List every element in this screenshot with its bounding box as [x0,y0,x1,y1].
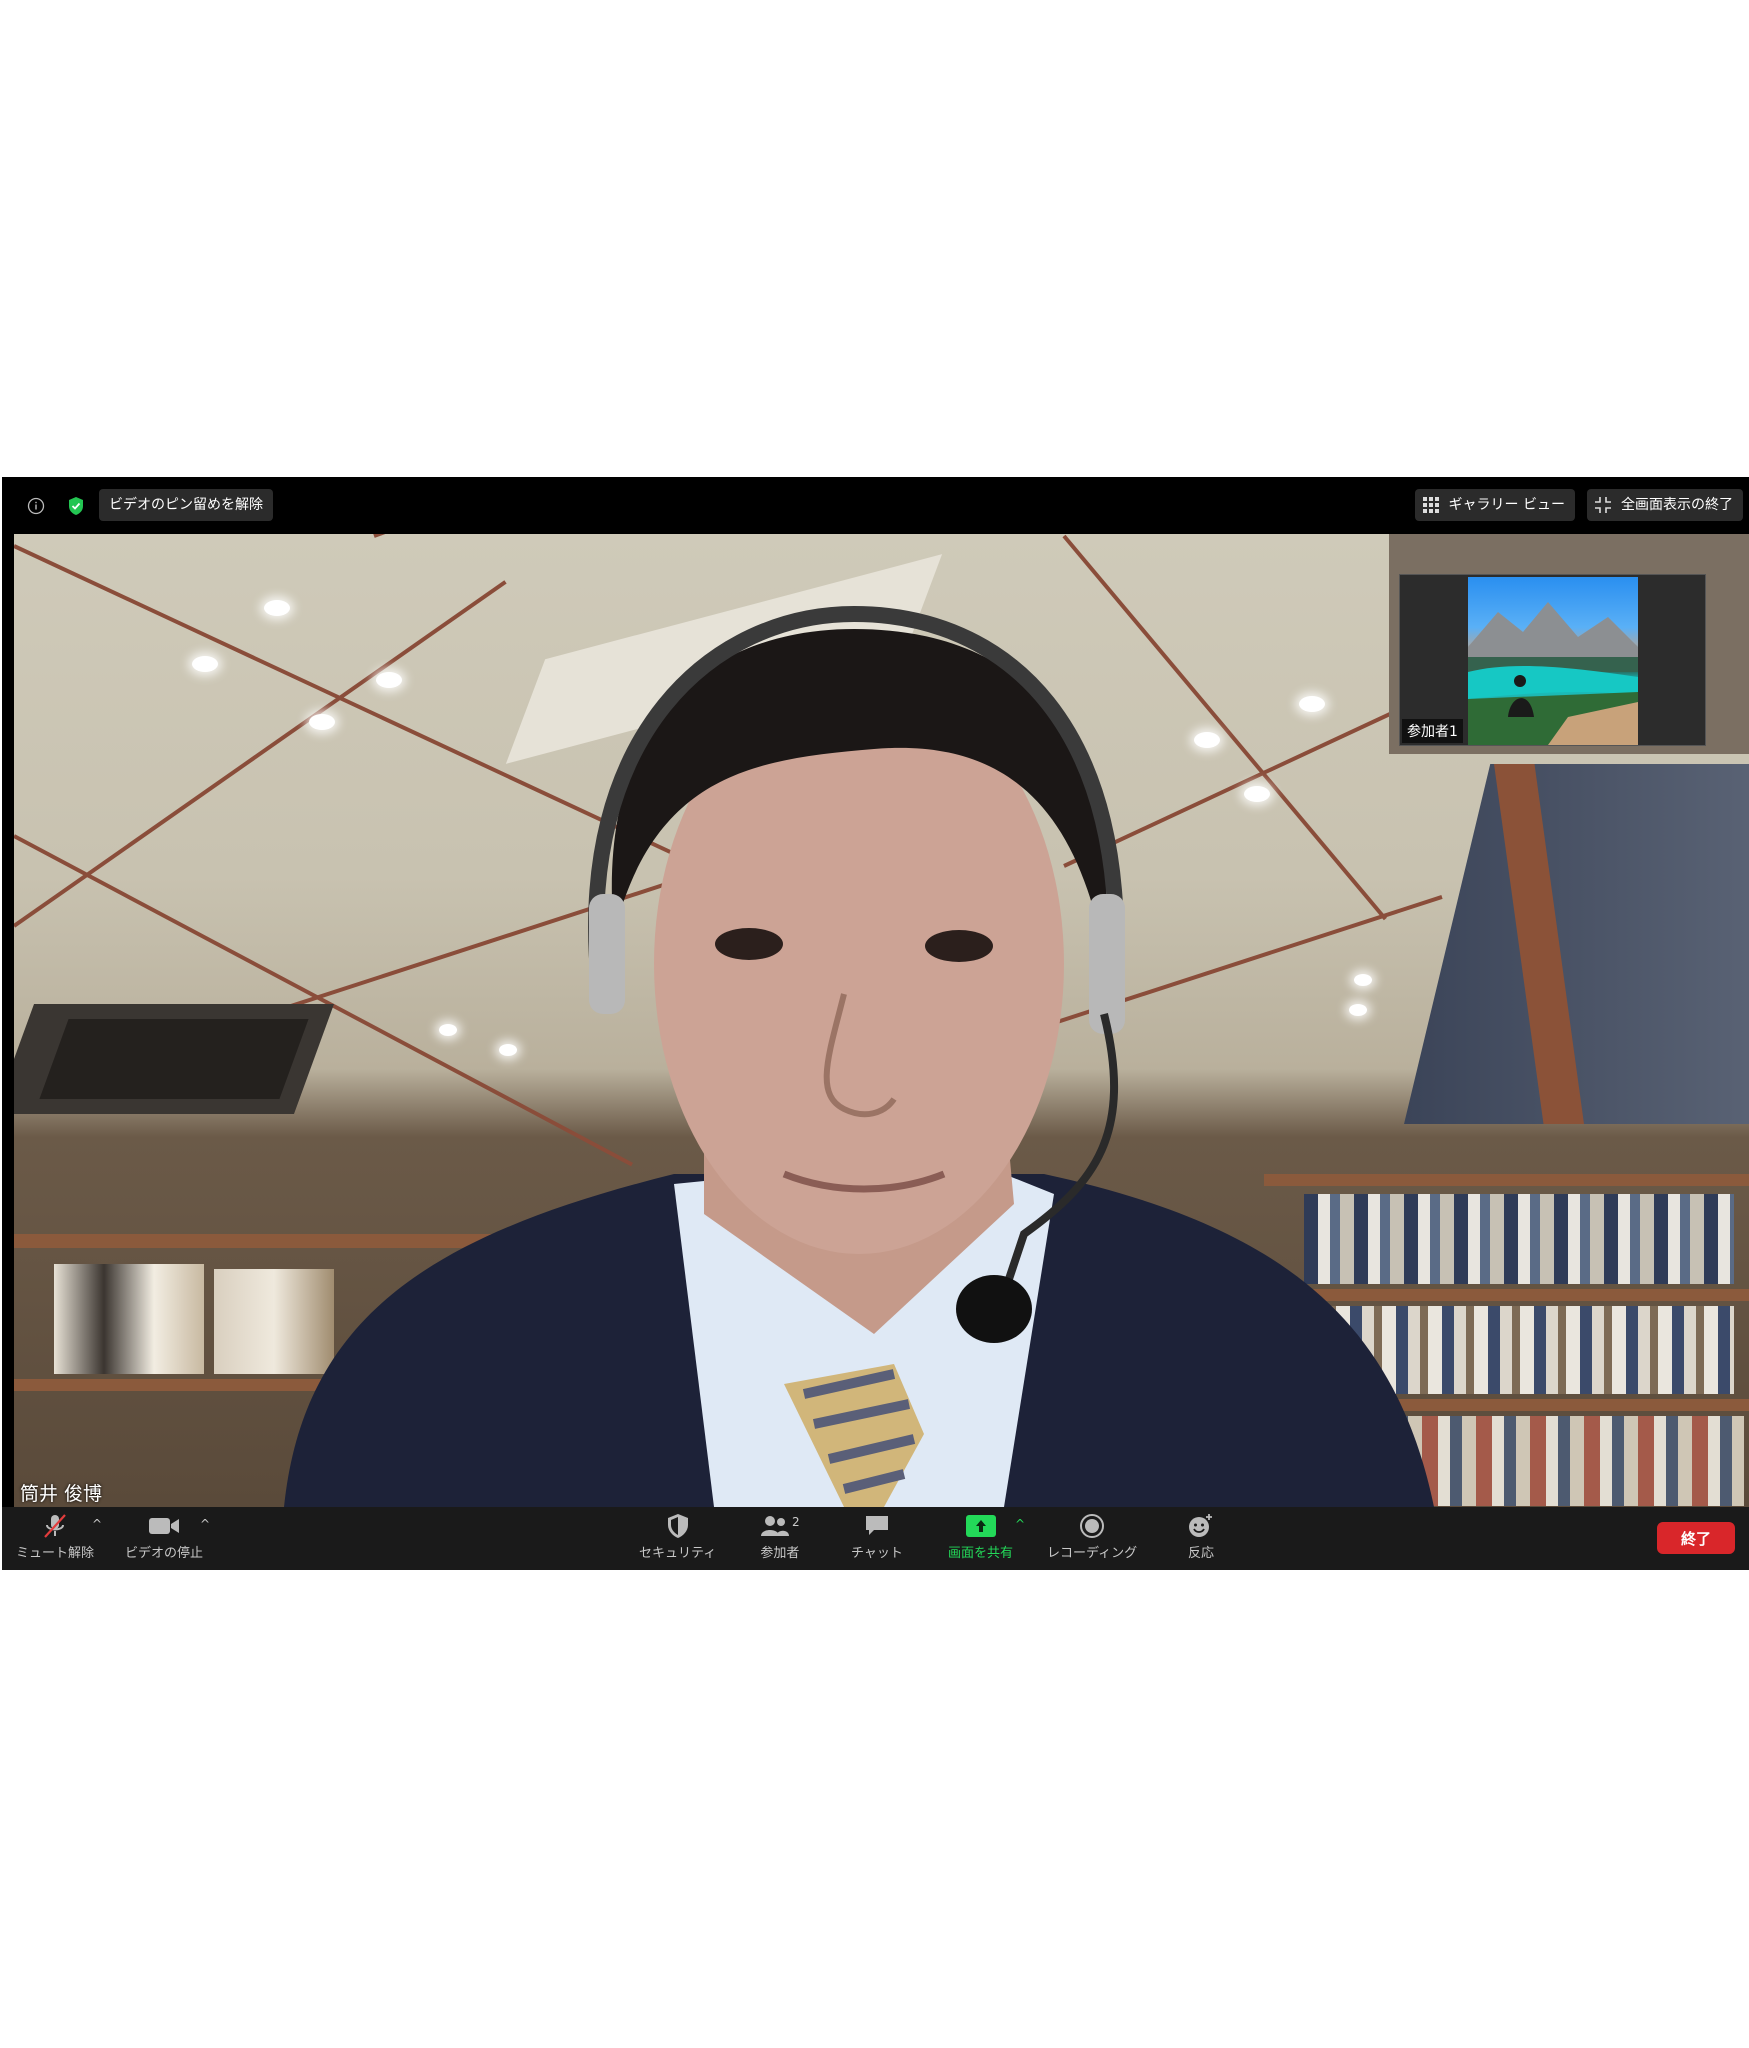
participants-count: 2 [792,1515,800,1529]
end-meeting-button[interactable]: 終了 [1657,1522,1735,1554]
participant-thumbnail[interactable]: 参加者1 [1399,574,1706,746]
exit-fullscreen-label: 全画面表示の終了 [1621,497,1733,513]
video-options-chevron-icon[interactable]: ^ [200,1517,210,1531]
speaker-name-label: 筒井 俊博 [20,1483,103,1505]
top-bar: ビデオのピン留めを解除 ギャラリー ビュー 全画面表示の終了 [2,477,1749,534]
gallery-view-label: ギャラリー ビュー [1448,497,1565,513]
zoom-meeting-window: ビデオのピン留めを解除 ギャラリー ビュー 全画面表示の終了 筒井 俊博 参加者… [2,477,1749,1570]
unmute-button[interactable]: ミュート解除 [16,1512,94,1561]
mountain-lake-scene [1468,602,1638,745]
mic-muted-icon [44,1514,66,1538]
stop-video-label: ビデオの停止 [125,1546,204,1561]
audio-options-chevron-icon[interactable]: ^ [92,1517,102,1531]
reactions-button[interactable]: 反応 [1187,1512,1215,1561]
encryption-shield-icon[interactable] [64,494,88,518]
unpin-video-button[interactable]: ビデオのピン留めを解除 [99,489,273,521]
record-icon [1080,1514,1105,1538]
chat-bubble-icon [865,1516,888,1535]
participant-virtual-background [1468,577,1638,745]
record-label: レコーディング [1047,1546,1138,1561]
reactions-label: 反応 [1187,1546,1214,1561]
chat-button[interactable]: チャット [851,1512,903,1561]
security-shield-icon [667,1514,688,1538]
record-button[interactable]: レコーディング [1047,1512,1137,1561]
smiley-add-icon [1189,1514,1212,1537]
gallery-view-button[interactable]: ギャラリー ビュー [1414,489,1575,521]
share-screen-arrow-icon [965,1515,996,1537]
exit-fullscreen-icon [1595,497,1611,513]
grid-icon [1422,497,1439,513]
chat-label: チャット [851,1546,903,1561]
participants-button[interactable]: 2 参加者 [760,1512,800,1561]
thumbnail-panel: 参加者1 [1389,534,1749,754]
unmute-label: ミュート解除 [16,1546,95,1561]
stop-video-button[interactable]: ビデオの停止 [125,1512,203,1561]
exit-fullscreen-button[interactable]: 全画面表示の終了 [1587,489,1743,521]
meeting-info-icon[interactable] [24,494,48,518]
participants-label: 参加者 [760,1546,800,1561]
participant-name-label: 参加者1 [1402,719,1463,743]
share-screen-button[interactable]: 画面を共有 [948,1512,1013,1561]
meeting-toolbar: ミュート解除 ^ ビデオの停止 ^ セキュリティ 2 参加者 チャット 画面を共… [2,1507,1749,1570]
share-options-chevron-icon[interactable]: ^ [1015,1517,1025,1531]
security-label: セキュリティ [639,1546,717,1561]
video-camera-icon [149,1518,179,1534]
share-screen-label: 画面を共有 [948,1546,1014,1561]
security-button[interactable]: セキュリティ [639,1512,716,1561]
participants-icon [761,1516,789,1536]
